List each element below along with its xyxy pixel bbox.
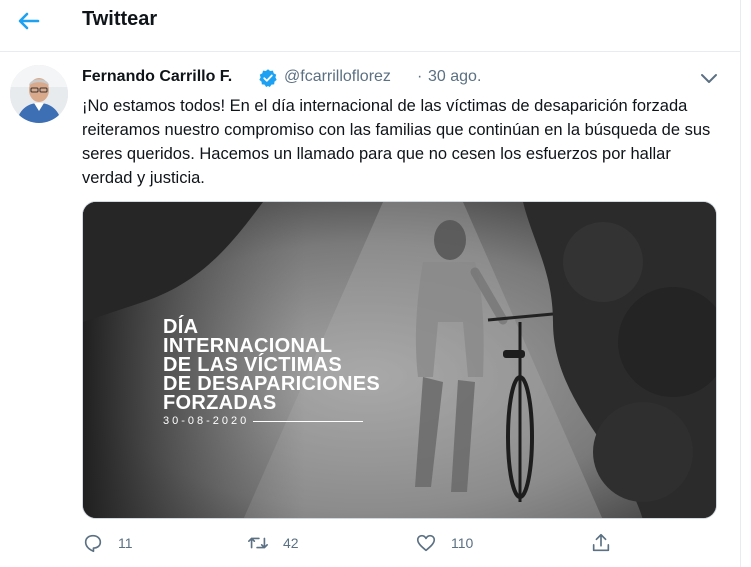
reply-count: 11 — [118, 535, 133, 551]
back-arrow-icon — [18, 12, 40, 30]
tweet-actions: 11 42 110 — [82, 532, 722, 560]
like-count: 110 — [451, 535, 474, 551]
media-date-divider — [253, 420, 364, 422]
chevron-down-icon — [701, 74, 717, 83]
more-options-button[interactable] — [698, 70, 720, 88]
tweet-media-image[interactable]: DÍA INTERNACIONAL DE LAS VÍCTIMAS DE DES… — [82, 201, 717, 519]
media-date-row: 30-08-2020 — [163, 415, 364, 427]
like-icon — [416, 534, 436, 552]
page-title: Twittear — [82, 8, 158, 30]
column-divider — [740, 0, 741, 567]
media-title: DÍA INTERNACIONAL DE LAS VÍCTIMAS DE DES… — [163, 317, 380, 414]
page-header: Twittear — [0, 0, 741, 52]
share-button[interactable] — [590, 532, 612, 554]
retweet-count: 42 — [283, 535, 299, 551]
media-title-line: FORZADAS — [163, 392, 277, 414]
reply-button[interactable]: 11 — [82, 532, 133, 554]
verified-badge-icon — [259, 69, 277, 87]
tweet-text: ¡No estamos todos! En el día internacion… — [82, 97, 711, 187]
reply-icon — [84, 534, 102, 553]
like-button[interactable]: 110 — [415, 532, 473, 554]
author-handle[interactable]: @fcarrilloflorez — [284, 68, 391, 86]
retweet-icon — [248, 537, 268, 549]
separator-dot: · — [417, 68, 423, 85]
back-button[interactable] — [13, 6, 43, 36]
media-date: 30-08-2020 — [163, 415, 250, 427]
share-icon — [592, 533, 610, 552]
tweet-timestamp[interactable]: 30 ago. — [428, 68, 481, 86]
retweet-button[interactable]: 42 — [247, 532, 299, 554]
avatar[interactable] — [10, 65, 68, 123]
author-name[interactable]: Fernando Carrillo F. — [82, 68, 232, 86]
